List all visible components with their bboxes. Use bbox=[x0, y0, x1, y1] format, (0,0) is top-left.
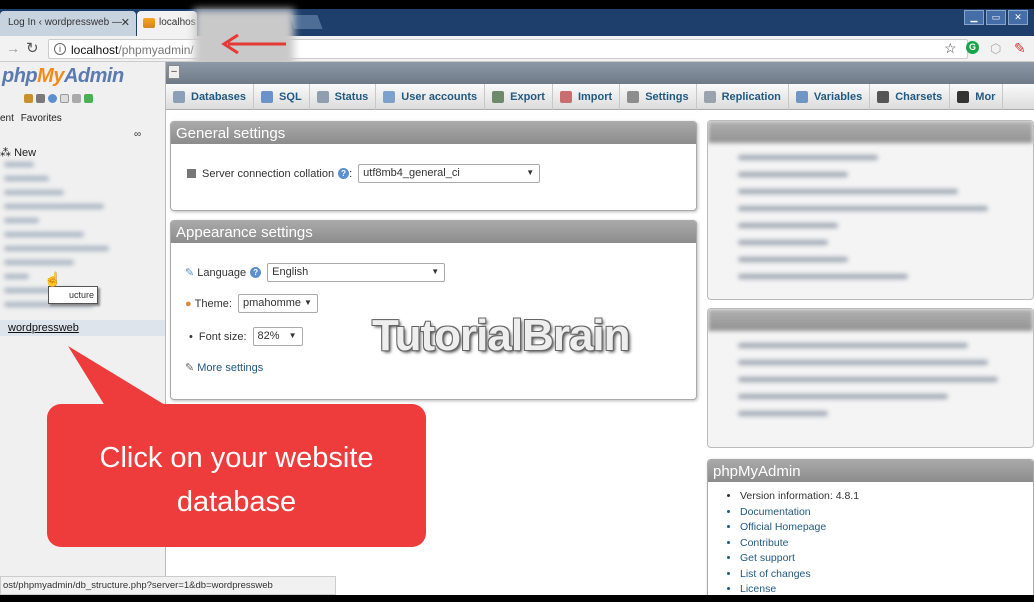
variables-icon bbox=[795, 90, 808, 103]
menu-tab-label: Variables bbox=[813, 90, 863, 103]
info-list-item[interactable]: Contribute bbox=[740, 537, 1033, 549]
menu-tab-variables[interactable]: Variables bbox=[789, 83, 871, 110]
grammarly-extension-icon[interactable]: G bbox=[966, 41, 979, 54]
web-server-panel-blurred bbox=[707, 308, 1034, 448]
red-arrow-annotation-icon bbox=[221, 34, 286, 54]
browser-status-bar: ost/phpmyadmin/db_structure.php?server=1… bbox=[0, 576, 336, 595]
font-size-label: Font size: bbox=[198, 330, 247, 343]
status-icon bbox=[316, 90, 329, 103]
language-row: ✎ Language ? English ▼ bbox=[185, 263, 446, 282]
menu-tab-label: SQL bbox=[279, 90, 302, 103]
panel-title: General settings bbox=[171, 122, 696, 144]
more-icon bbox=[957, 90, 970, 103]
callout-line-1: Click on your website bbox=[99, 442, 374, 474]
chevron-down-icon: ▼ bbox=[288, 331, 297, 340]
menu-tab-sql[interactable]: SQL bbox=[254, 83, 310, 110]
menu-tab-import[interactable]: Import bbox=[553, 83, 621, 110]
menu-tab-label: User accounts bbox=[401, 90, 478, 103]
menu-tab-label: Mor bbox=[975, 90, 996, 103]
extension-icon[interactable]: ⬡ bbox=[990, 41, 1001, 57]
menu-tab-label: Export bbox=[510, 90, 545, 103]
import-icon bbox=[559, 90, 572, 103]
info-list-item[interactable]: Documentation bbox=[740, 506, 1033, 518]
menu-tab-charsets[interactable]: Charsets bbox=[870, 83, 951, 110]
language-select[interactable]: English ▼ bbox=[267, 263, 446, 282]
appearance-settings-panel: Appearance settings ✎ Language ? English… bbox=[170, 220, 697, 400]
info-list-item[interactable]: License bbox=[740, 583, 1033, 595]
theme-row: ● Theme: pmahomme ▼ bbox=[185, 294, 318, 313]
users-icon bbox=[383, 90, 396, 103]
info-list-item[interactable]: Get support bbox=[740, 552, 1033, 564]
charsets-icon bbox=[877, 90, 890, 103]
language-label: Language bbox=[197, 266, 247, 279]
font-size-select[interactable]: 82% ▼ bbox=[252, 327, 303, 346]
info-list-item[interactable]: List of changes bbox=[740, 568, 1033, 580]
chevron-down-icon: ▼ bbox=[431, 267, 440, 276]
general-settings-panel: General settings Server connection colla… bbox=[170, 121, 697, 211]
replication-icon bbox=[703, 90, 716, 103]
new-tab-button[interactable] bbox=[289, 15, 323, 29]
menu-tab-user-accounts[interactable]: User accounts bbox=[376, 83, 486, 110]
info-list-item: Version information: 4.8.1 bbox=[740, 490, 1033, 502]
breadcrumb-bar: – bbox=[166, 62, 1034, 84]
collation-label: Server connection collation bbox=[202, 167, 335, 180]
window-controls: ▁ ▭ ✕ bbox=[964, 10, 1028, 25]
help-icon[interactable]: ? bbox=[250, 267, 262, 278]
theme-select[interactable]: pmahomme ▼ bbox=[237, 294, 318, 313]
menu-tab-status[interactable]: Status bbox=[310, 83, 377, 110]
menu-tab-replication[interactable]: Replication bbox=[697, 83, 789, 110]
menu-tab-export[interactable]: Export bbox=[485, 83, 553, 110]
sql-icon bbox=[261, 90, 274, 103]
help-icon[interactable]: ? bbox=[338, 168, 350, 179]
chevron-down-icon: ▼ bbox=[304, 298, 312, 307]
menu-tab-label: Import bbox=[577, 90, 613, 103]
collation-row: Server connection collation ?: utf8mb4_g… bbox=[187, 164, 541, 183]
instruction-callout: Click on your website database bbox=[47, 404, 426, 547]
close-window-icon[interactable]: ✕ bbox=[1008, 10, 1028, 25]
info-list-item[interactable]: Official Homepage bbox=[740, 521, 1033, 533]
menu-tab-label: Settings bbox=[645, 90, 689, 103]
chevron-down-icon: ▼ bbox=[526, 168, 535, 177]
phpmyadmin-info-panel: phpMyAdmin Version information: 4.8.1 Doc… bbox=[707, 459, 1034, 599]
phpmyadmin-info-list: Version information: 4.8.1 Documentation O… bbox=[708, 482, 1033, 595]
collation-select[interactable]: utf8mb4_general_ci ▼ bbox=[358, 164, 541, 183]
menu-tab-label: Replication bbox=[721, 90, 781, 103]
wrench-icon bbox=[627, 90, 640, 103]
menu-tab-mor[interactable]: Mor bbox=[950, 83, 1004, 110]
bookmark-star-icon[interactable]: ☆ bbox=[944, 40, 957, 57]
menu-tab-label: Status bbox=[334, 90, 369, 103]
export-icon bbox=[492, 90, 505, 103]
theme-label: Theme: bbox=[194, 297, 232, 310]
callout-line-2: database bbox=[176, 486, 297, 518]
screen-bottom-border bbox=[0, 595, 1034, 602]
panel-title: phpMyAdmin bbox=[708, 460, 1033, 482]
eyedropper-extension-icon[interactable]: ✎ bbox=[1014, 40, 1026, 57]
menu-tab-label: Charsets bbox=[895, 90, 943, 103]
callout-pointer-icon bbox=[68, 346, 180, 414]
maximize-icon[interactable]: ▭ bbox=[986, 10, 1006, 25]
database-server-panel-blurred bbox=[707, 120, 1034, 300]
minimize-icon[interactable]: ▁ bbox=[964, 10, 984, 25]
font-size-row: • Font size: 82% ▼ bbox=[189, 327, 303, 346]
watermark: TutorialBrain bbox=[372, 311, 631, 360]
top-menu: Databases SQL Status User accounts Export Imp… bbox=[166, 83, 1034, 110]
menu-tab-settings[interactable]: Settings bbox=[620, 83, 697, 110]
panel-title: Appearance settings bbox=[171, 221, 696, 243]
